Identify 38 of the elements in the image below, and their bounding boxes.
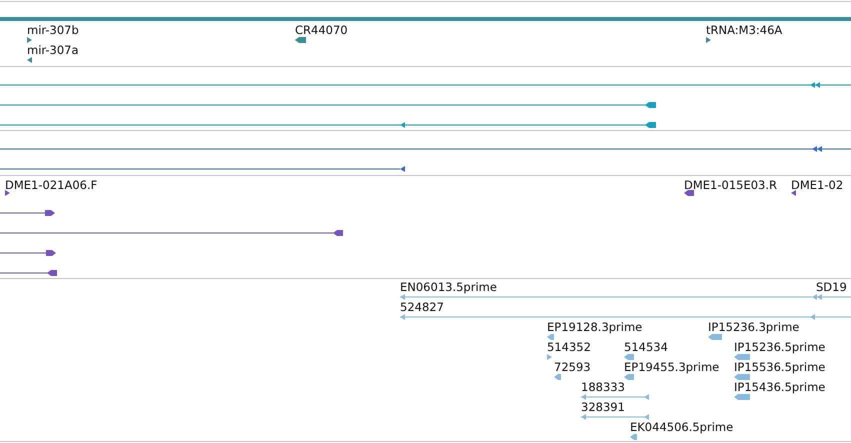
feature-label: SD19 [816, 280, 847, 294]
feature-glyph[interactable] [27, 37, 32, 43]
feature-label: mir-307a [27, 43, 79, 57]
feature-label: 514352 [547, 340, 591, 354]
feature-glyph[interactable] [0, 166, 405, 172]
feature-glyph[interactable] [0, 146, 851, 152]
feature-label: DME1-015E03.R [684, 178, 778, 192]
feature-glyph[interactable] [0, 210, 55, 216]
feature-label: tRNA:M3:46A [706, 23, 782, 37]
feature-label: 514534 [624, 340, 668, 354]
feature-label: IP15536.5prime [734, 360, 826, 374]
feature-glyph[interactable] [295, 37, 306, 43]
feature-glyph[interactable] [0, 230, 343, 236]
feature-label: EP19128.3prime [547, 320, 642, 334]
feature-label: 524827 [400, 300, 444, 314]
feature-glyph[interactable] [5, 190, 10, 196]
feature-glyph[interactable] [0, 250, 56, 256]
feature-glyph[interactable] [27, 57, 32, 63]
feature-label: EN06013.5prime [400, 280, 497, 294]
feature-label: EK044506.5prime [630, 420, 734, 434]
feature-label: 328391 [581, 400, 625, 414]
feature-label: EP19455.3prime [624, 360, 720, 374]
feature-glyph[interactable] [706, 37, 711, 43]
feature-glyph[interactable] [0, 122, 656, 128]
feature-label: DME1-02 [791, 178, 844, 192]
feature-label: IP15236.3prime [708, 320, 800, 334]
feature-label: mir-307b [27, 23, 79, 37]
feature-label: IP15236.5prime [734, 340, 826, 354]
feature-glyph[interactable] [0, 82, 851, 88]
feature-glyph[interactable] [684, 190, 694, 196]
feature-label: DME1-021A06.F [5, 178, 98, 192]
feature-label: CR44070 [295, 23, 348, 37]
feature-label: 188333 [581, 380, 625, 394]
feature-glyph[interactable] [791, 190, 796, 196]
feature-glyph[interactable] [0, 102, 656, 108]
feature-label: IP15436.5prime [734, 380, 826, 394]
feature-label: 72593 [554, 360, 591, 374]
feature-glyph[interactable] [0, 270, 57, 276]
